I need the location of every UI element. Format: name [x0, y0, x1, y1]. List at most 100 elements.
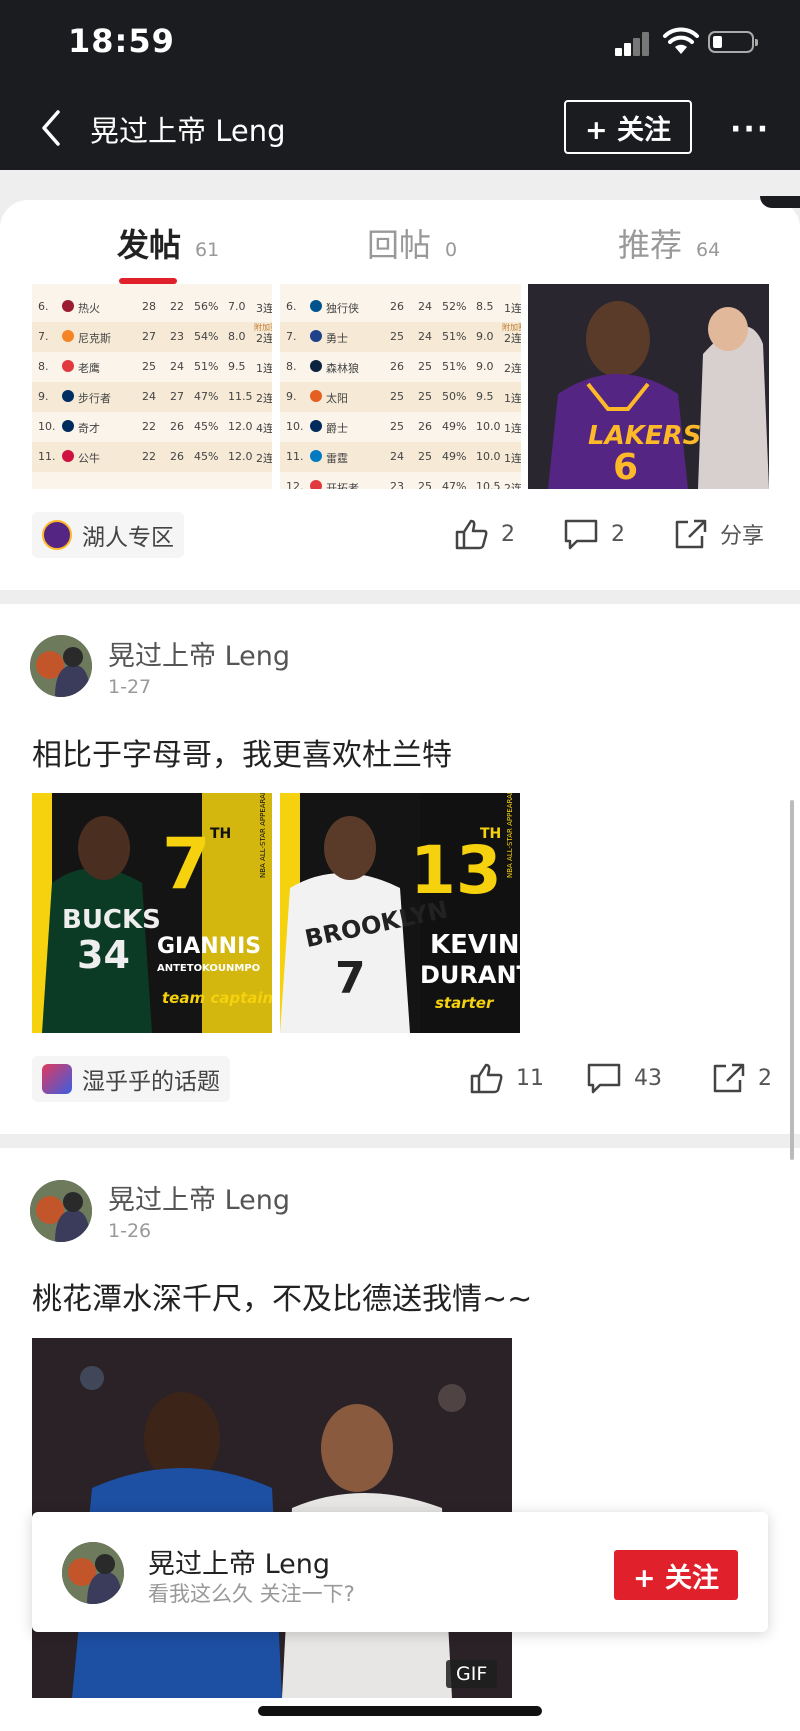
- standings-cell-gb: 10.5: [476, 480, 501, 489]
- like-count: 2: [501, 521, 515, 547]
- standings-row: 11. 雷霆 24 25 49% 10.01连胜: [280, 442, 521, 472]
- cellular-signal-icon: [615, 30, 651, 56]
- standings-cell-rank: 6.: [38, 300, 49, 313]
- standings-cell-pct: 49%: [442, 450, 467, 463]
- post-date: 1-26: [108, 1220, 152, 1242]
- topic-chip-lakers[interactable]: 湖人专区: [32, 512, 184, 558]
- durant-allstar-poster[interactable]: BROOKLYN 7 13 TH KEVIN DURANT starter NB…: [280, 793, 520, 1033]
- standings-cell-l: 26: [170, 420, 184, 433]
- author-name[interactable]: 晃过上帝 Leng: [108, 1178, 290, 1217]
- player-photo-art: LAKERS 6: [528, 284, 769, 489]
- team-logo-icon: [310, 450, 322, 462]
- team-logo-icon: [310, 480, 322, 489]
- tab-recommend[interactable]: 推荐 64: [618, 220, 720, 266]
- standings-cell-l: 24: [418, 330, 432, 343]
- poster-name-first: GIANNIS: [157, 934, 261, 959]
- standings-image-east[interactable]: 6.热火282256%7.03连胜7.尼克斯272354%8.02连胜附加赛区8…: [32, 284, 272, 489]
- thumbs-up-icon: [455, 519, 488, 550]
- standings-cell-streak: 1连败: [504, 392, 521, 405]
- standings-cell-team: 森林狼: [326, 362, 359, 375]
- standings-cell-l: 26: [418, 420, 432, 433]
- home-indicator[interactable]: [258, 1706, 542, 1716]
- avatar-art: [62, 1542, 124, 1604]
- comment-icon: [564, 519, 598, 550]
- popup-name: 晃过上帝 Leng: [148, 1549, 331, 1580]
- standings-cell-gb: 8.5: [476, 300, 494, 313]
- standings-cell-l: 25: [418, 450, 432, 463]
- share-button[interactable]: 2: [712, 1062, 772, 1094]
- like-button[interactable]: 2: [455, 518, 515, 550]
- battery-icon: [708, 31, 758, 53]
- standings-cell-pct: 45%: [194, 420, 219, 433]
- standings-cell-w: 26: [390, 360, 404, 373]
- wifi-icon: [663, 27, 699, 54]
- team-logo-icon: [310, 330, 322, 342]
- giannis-allstar-poster[interactable]: BUCKS 34 7 TH GIANNIS ANTETOKOUNMPO team…: [32, 793, 272, 1033]
- popup-follow-button[interactable]: + 关注: [614, 1550, 738, 1600]
- share-button[interactable]: 分享: [674, 518, 764, 550]
- standings-cell-team: 步行者: [78, 392, 111, 405]
- team-logo-icon: [62, 330, 74, 342]
- post-text[interactable]: 桃花潭水深千尺，不及比德送我情~~: [32, 1274, 532, 1318]
- standings-cell-w: 25: [390, 420, 404, 433]
- standings-cell-l: 25: [418, 360, 432, 373]
- poster-ordinal-suffix: TH: [480, 826, 501, 842]
- share-icon: [675, 519, 707, 549]
- author-avatar[interactable]: [30, 1180, 92, 1242]
- tab-replies[interactable]: 回帖 0: [367, 220, 457, 266]
- standings-cell-l: 25: [418, 480, 432, 489]
- standings-row: 7.尼克斯272354%8.02连胜附加赛区: [32, 322, 272, 352]
- lebron-photo[interactable]: LAKERS 6: [528, 284, 769, 489]
- standings-row: 6. 热火 28 22 56% 7.0 3连胜: [32, 292, 272, 322]
- standings-cell-gb: 9.5: [228, 360, 246, 373]
- standings-cell-team: 热火: [78, 302, 100, 315]
- standings-cell-l: 25: [418, 390, 432, 403]
- standings-cell-pct: 49%: [442, 420, 467, 433]
- poster-name-first: KEVIN: [430, 930, 519, 960]
- comment-button[interactable]: 43: [586, 1062, 662, 1094]
- status-time: 18:59: [68, 22, 175, 60]
- standings-cell-team: 奇才: [78, 422, 100, 435]
- standings-cell-gb: 9.5: [476, 390, 494, 403]
- thumbs-up-icon: [470, 1063, 503, 1094]
- standings-cell-w: 25: [390, 330, 404, 343]
- tab-replies-count: 0: [445, 239, 458, 261]
- standings-image-west[interactable]: 6.独行侠262452%8.51连胜7.勇士252451%9.02连胜附加赛区8…: [280, 284, 521, 489]
- follow-button[interactable]: + 关注: [564, 100, 692, 154]
- standings-cell-gb: 7.0: [228, 300, 246, 313]
- standings-cell-l: 23: [170, 330, 184, 343]
- poster-tagline: NBA ALL-STAR APPEARANCE: [259, 793, 267, 878]
- more-options-icon[interactable]: ···: [730, 112, 770, 147]
- standings-row: 8. 森林狼 26 25 51% 9.0 2连败: [280, 352, 521, 382]
- standings-cell-rank: 6.: [286, 300, 297, 313]
- standings-cell-l: 27: [170, 390, 184, 403]
- standings-cell-pct: 54%: [194, 330, 219, 343]
- tab-posts[interactable]: 发帖 61: [117, 220, 219, 266]
- post-text[interactable]: 相比于字母哥，我更喜欢杜兰特: [32, 730, 452, 774]
- team-logo-icon: [62, 420, 74, 432]
- standings-cell-w: 26: [390, 300, 404, 313]
- standings-cell-team: 公牛: [78, 452, 100, 465]
- team-logo-icon: [62, 300, 74, 312]
- comment-button[interactable]: 2: [563, 518, 625, 550]
- poster-art: BUCKS 34 7 TH GIANNIS ANTETOKOUNMPO team…: [32, 793, 272, 1033]
- topic-chip-wet[interactable]: 湿乎乎的话题: [32, 1056, 230, 1102]
- popup-avatar[interactable]: [62, 1542, 124, 1604]
- standings-cell-team: 尼克斯: [78, 332, 111, 345]
- standings-cell-gb: 8.0: [228, 330, 246, 343]
- follow-prompt-popup: 晃过上帝 Leng 看我这么久 关注一下? + 关注: [32, 1512, 768, 1632]
- avatar-art: [30, 635, 92, 697]
- jersey-team-text: LAKERS: [588, 421, 701, 451]
- team-logo-icon: [310, 390, 322, 402]
- standings-cell-rank: 7.: [38, 330, 49, 343]
- like-button[interactable]: 11: [470, 1062, 544, 1094]
- standings-row: 7.勇士252451%9.02连胜附加赛区: [280, 322, 521, 352]
- back-arrow-icon[interactable]: [38, 108, 64, 148]
- team-logo-icon: [62, 450, 74, 462]
- scrollbar[interactable]: [790, 800, 794, 1160]
- standings-cell-streak: 4连胜: [256, 422, 272, 435]
- poster-ordinal-suffix: TH: [210, 826, 231, 842]
- author-name[interactable]: 晃过上帝 Leng: [108, 634, 290, 673]
- author-avatar[interactable]: [30, 635, 92, 697]
- standings-cell-streak: 1连败: [504, 422, 521, 435]
